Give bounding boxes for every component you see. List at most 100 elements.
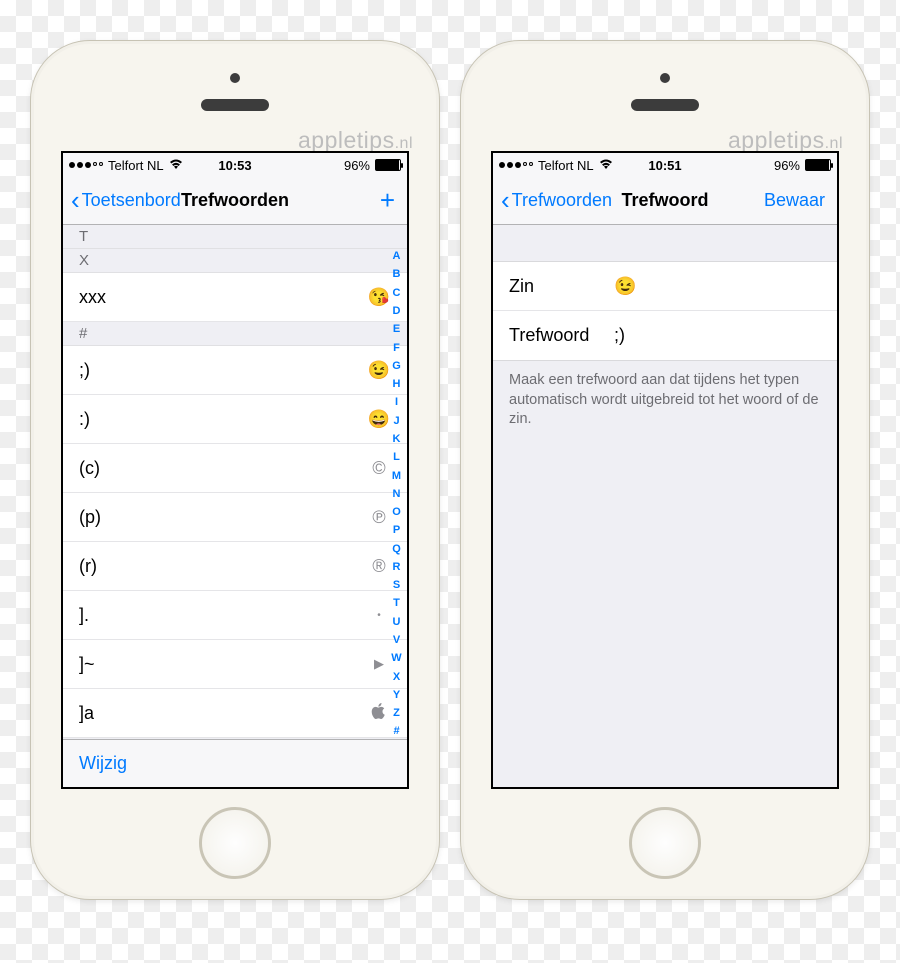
save-button[interactable]: Bewaar [764, 190, 829, 211]
nav-bar: ‹ Trefwoorden Trefwoord Bewaar [493, 177, 837, 225]
list-item[interactable]: ]~ ▶ [63, 640, 407, 689]
row-key: (c) [79, 458, 100, 479]
list-item[interactable]: ;) 😉 [63, 346, 407, 395]
index-letter[interactable]: Q [392, 543, 401, 555]
nav-bar: ‹ Toetsenbord Trefwoorden + [63, 177, 407, 225]
phrase-row[interactable]: Zin 😉 [493, 262, 837, 311]
section-header-x: X [63, 249, 407, 273]
index-letter[interactable]: X [393, 671, 400, 683]
index-letter[interactable]: C [393, 287, 401, 299]
index-letter[interactable]: A [393, 250, 401, 262]
index-letter[interactable]: I [395, 396, 398, 408]
index-letter[interactable]: F [393, 342, 400, 354]
screen-left: Telfort NL 10:53 96% ‹ Toetsenbord Trefw… [61, 151, 409, 789]
list-item[interactable]: (c) © [63, 444, 407, 493]
index-letter[interactable]: W [391, 652, 401, 664]
signal-dots-icon [69, 162, 103, 168]
wifi-icon [599, 158, 613, 173]
index-letter[interactable]: P [393, 524, 400, 536]
index-letter[interactable]: S [393, 579, 400, 591]
status-left: Telfort NL [69, 158, 183, 173]
status-left: Telfort NL [499, 158, 613, 173]
row-key: :) [79, 409, 90, 430]
back-label: Toetsenbord [82, 190, 181, 211]
chevron-left-icon: ‹ [71, 190, 80, 211]
index-letter[interactable]: L [393, 451, 400, 463]
watermark-text: appletips [728, 127, 825, 153]
add-button[interactable]: + [380, 185, 399, 216]
status-right: 96% [344, 158, 401, 173]
index-letter[interactable]: J [393, 415, 399, 427]
phone-right: appletips.nl Telfort NL 10:51 96% [460, 40, 870, 900]
speaker-slot [201, 99, 269, 111]
index-letter[interactable]: K [393, 433, 401, 445]
shortcut-field[interactable]: ;) [614, 325, 821, 346]
index-letter[interactable]: H [393, 378, 401, 390]
wifi-icon [169, 158, 183, 173]
battery-label: 96% [344, 158, 370, 173]
index-letter[interactable]: T [393, 597, 400, 609]
section-header-t: T [63, 225, 407, 249]
home-button[interactable] [199, 807, 271, 879]
carrier-label: Telfort NL [538, 158, 594, 173]
shortcut-label: Trefwoord [509, 325, 614, 346]
list-item[interactable]: ]. • [63, 591, 407, 640]
index-letter[interactable]: Z [393, 707, 400, 719]
battery-icon [805, 159, 831, 171]
list-content[interactable]: T X xxx 😘 # ;) 😉 :) 😄 (c) © [63, 225, 407, 739]
back-button[interactable]: ‹ Trefwoorden [501, 190, 612, 211]
status-bar: Telfort NL 10:53 96% [63, 153, 407, 177]
section-index[interactable]: A B C D E F G H I J K L M N O P Q R S T [388, 247, 405, 741]
index-letter[interactable]: V [393, 634, 400, 646]
watermark-suffix: .nl [825, 135, 843, 152]
back-label: Trefwoorden [512, 190, 612, 211]
back-button[interactable]: ‹ Toetsenbord [71, 190, 181, 211]
phrase-label: Zin [509, 276, 614, 297]
phone-left: appletips.nl Telfort NL 10:53 96% [30, 40, 440, 900]
row-key: ]a [79, 703, 94, 724]
speaker-slot [631, 99, 699, 111]
watermark-text: appletips [298, 127, 395, 153]
list-item[interactable]: :) 😄 [63, 395, 407, 444]
index-letter[interactable]: M [392, 470, 401, 482]
index-letter[interactable]: Y [393, 689, 400, 701]
index-letter[interactable]: N [393, 488, 401, 500]
home-button[interactable] [629, 807, 701, 879]
form-group: Zin 😉 Trefwoord ;) [493, 261, 837, 361]
list-item[interactable]: xxx 😘 [63, 273, 407, 322]
index-letter[interactable]: O [392, 506, 401, 518]
list-item[interactable]: (p) ℗ [63, 493, 407, 542]
status-right: 96% [774, 158, 831, 173]
clock-label: 10:51 [648, 158, 681, 173]
index-letter[interactable]: B [393, 268, 401, 280]
index-letter[interactable]: G [392, 360, 401, 372]
phrase-field[interactable]: 😉 [614, 276, 821, 297]
status-bar: Telfort NL 10:51 96% [493, 153, 837, 177]
battery-label: 96% [774, 158, 800, 173]
edit-button[interactable]: Wijzig [79, 753, 127, 774]
row-key: ]. [79, 605, 89, 626]
screen-right: Telfort NL 10:51 96% ‹ Trefwoorden Trefw… [491, 151, 839, 789]
index-letter[interactable]: # [393, 725, 399, 737]
watermark-suffix: .nl [395, 135, 413, 152]
clock-label: 10:53 [218, 158, 251, 173]
row-key: ;) [79, 360, 90, 381]
row-key: ]~ [79, 654, 95, 675]
page-title: Trefwoorden [181, 190, 289, 211]
row-key: (r) [79, 556, 97, 577]
row-key: (p) [79, 507, 101, 528]
index-letter[interactable]: D [393, 305, 401, 317]
camera-dot [660, 73, 670, 83]
section-header-hash: # [63, 322, 407, 346]
watermark: appletips.nl [298, 127, 413, 154]
shortcut-row[interactable]: Trefwoord ;) [493, 311, 837, 360]
index-letter[interactable]: R [393, 561, 401, 573]
index-letter[interactable]: U [393, 616, 401, 628]
battery-icon [375, 159, 401, 171]
carrier-label: Telfort NL [108, 158, 164, 173]
camera-dot [230, 73, 240, 83]
list-item[interactable]: ]a [63, 689, 407, 738]
index-letter[interactable]: E [393, 323, 400, 335]
row-key: xxx [79, 287, 106, 308]
list-item[interactable]: (r) ® [63, 542, 407, 591]
